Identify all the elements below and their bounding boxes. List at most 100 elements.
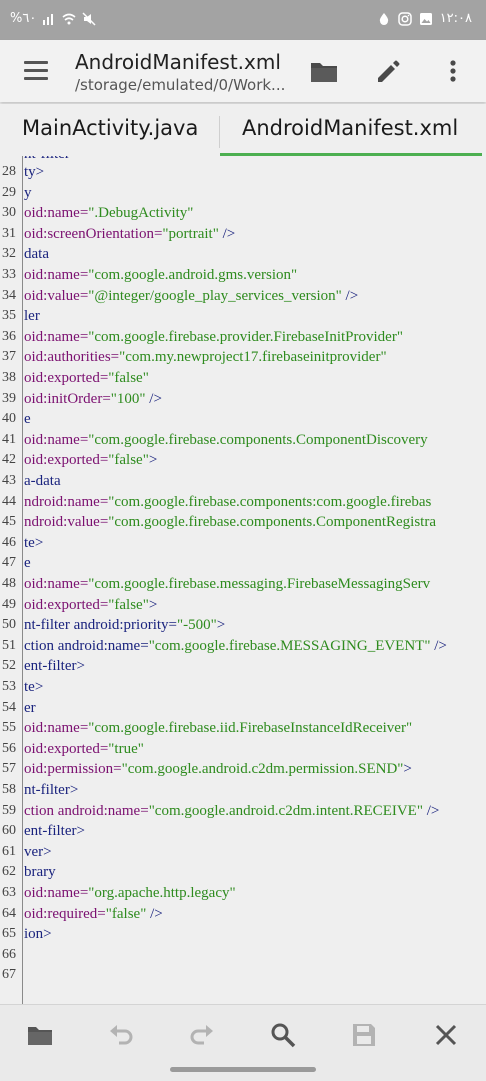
code-token: a-data <box>24 473 61 489</box>
code-text: ction android:name="com.google.firebase.… <box>24 638 447 655</box>
line-number: 50 <box>2 617 16 633</box>
folder-icon[interactable] <box>25 1020 55 1050</box>
status-bar: %٦٠ ١٢:٠٨ <box>0 0 486 40</box>
code-token: "@integer/google_play_services_version" <box>88 287 342 304</box>
line-number: 51 <box>2 637 16 653</box>
code-token: oid:exported= <box>24 596 109 613</box>
line-number: 64 <box>2 905 16 921</box>
line-number: 49 <box>2 596 16 612</box>
code-token: > <box>148 452 158 469</box>
line-number: 42 <box>2 452 16 468</box>
code-text: nt-filter <box>24 156 70 163</box>
close-icon[interactable] <box>431 1020 461 1050</box>
line-number: 32 <box>2 246 16 262</box>
line-number: 63 <box>2 885 16 900</box>
code-token: /> <box>145 390 162 407</box>
folder-icon[interactable] <box>308 55 340 87</box>
code-text: nt-filter android:priority="-500"> <box>24 617 225 634</box>
code-token: ndroid:value= <box>24 514 109 531</box>
code-token: "true" <box>108 740 144 757</box>
tab-mainactivity[interactable]: MainActivity.java <box>22 116 198 140</box>
code-token: "com.google.firebase.messaging.FirebaseM… <box>88 576 431 592</box>
redo-icon[interactable] <box>187 1020 217 1050</box>
code-token: oid:name= <box>24 720 89 737</box>
code-token: oid:name= <box>24 431 89 448</box>
code-token: /> <box>430 637 447 654</box>
code-token: oid:initOrder= <box>24 390 111 407</box>
code-token: "false" <box>108 596 149 613</box>
code-token: ".DebugActivity" <box>88 205 194 222</box>
code-token: oid:name= <box>24 267 89 283</box>
code-token: oid:exported= <box>24 740 109 757</box>
code-text: oid:permission="com.google.android.c2dm.… <box>24 761 412 778</box>
code-token: oid:exported= <box>24 370 109 386</box>
line-number: 41 <box>2 431 16 447</box>
code-text: oid:name="org.apache.http.legacy" <box>24 885 236 902</box>
code-token: > <box>403 761 412 778</box>
code-text: ction android:name="com.google.android.c… <box>24 803 439 820</box>
code-text: ndroid:name="com.google.firebase.compone… <box>24 494 431 511</box>
code-editor[interactable]: nt-filter 28ty>29y30oid:name=".DebugActi… <box>0 156 486 1004</box>
gutter-divider <box>22 156 23 1004</box>
save-icon[interactable] <box>349 1020 379 1050</box>
code-text: e <box>24 555 31 572</box>
line-number: 29 <box>2 184 16 200</box>
line-number: 58 <box>2 782 16 797</box>
code-token: ler <box>24 308 40 325</box>
code-token: "com.google.firebase.components.Componen… <box>108 514 436 531</box>
line-number: 40 <box>2 411 16 427</box>
edit-icon[interactable] <box>373 55 405 87</box>
signal-icon <box>43 13 54 25</box>
code-text: oid:initOrder="100" /> <box>24 391 162 408</box>
code-token: "com.google.firebase.provider.FirebaseIn… <box>88 328 403 345</box>
undo-icon[interactable] <box>106 1020 136 1050</box>
code-token: oid:name= <box>24 328 89 345</box>
code-token: > <box>148 596 158 613</box>
line-number: 65 <box>2 926 16 942</box>
line-number: 67 <box>2 967 16 983</box>
code-token: oid:name= <box>24 885 89 901</box>
instagram-icon <box>397 11 412 26</box>
code-text: oid:value="@integer/google_play_services… <box>24 288 358 305</box>
line-number: 59 <box>2 802 16 818</box>
line-number: 57 <box>2 761 16 777</box>
line-number: 62 <box>2 864 16 880</box>
tab-androidmanifest[interactable]: AndroidManifest.xml <box>242 116 458 140</box>
line-number: 53 <box>2 679 16 694</box>
line-number: 60 <box>2 823 16 839</box>
line-number: 45 <box>2 514 16 530</box>
home-indicator[interactable] <box>170 1067 316 1072</box>
code-text: oid:screenOrientation="portrait" /> <box>24 226 235 243</box>
code-text: oid:name="com.google.firebase.components… <box>24 432 428 449</box>
search-icon[interactable] <box>268 1020 298 1050</box>
code-token: te> <box>24 534 44 551</box>
line-number: 28 <box>2 164 16 179</box>
code-token: /> <box>422 802 440 819</box>
code-text: oid:exported="false"> <box>24 452 157 469</box>
code-token: ction android:name= <box>24 802 149 819</box>
file-tabs: MainActivity.java AndroidManifest.xml <box>0 104 486 157</box>
code-token: "false" <box>108 370 149 386</box>
clock: ١٢:٠٨ <box>439 11 472 26</box>
code-token: brary <box>24 864 56 881</box>
line-number: 30 <box>2 205 16 221</box>
line-number: 36 <box>2 328 16 344</box>
more-vert-icon[interactable] <box>437 55 469 87</box>
code-text: oid:authorities="com.my.newproject17.fir… <box>24 349 387 366</box>
code-token: ty> <box>24 164 45 180</box>
mute-icon <box>82 11 96 26</box>
code-text: te> <box>24 679 43 696</box>
line-number: 39 <box>2 390 16 406</box>
code-token: > <box>216 617 226 634</box>
code-token: oid:name= <box>24 205 89 222</box>
code-token: "org.apache.http.legacy" <box>88 885 236 901</box>
code-text: oid:name=".DebugActivity" <box>24 205 193 222</box>
code-text: nt-filter> <box>24 782 78 799</box>
code-text: oid:required="false" /> <box>24 906 163 923</box>
code-token: e <box>24 555 31 572</box>
menu-icon[interactable] <box>22 58 50 84</box>
line-number: 66 <box>2 946 16 962</box>
code-token: "com.my.newproject17.firebaseinitprovide… <box>119 349 387 366</box>
code-text: oid:name="com.google.firebase.provider.F… <box>24 329 403 346</box>
code-token: "portrait" <box>162 225 219 242</box>
